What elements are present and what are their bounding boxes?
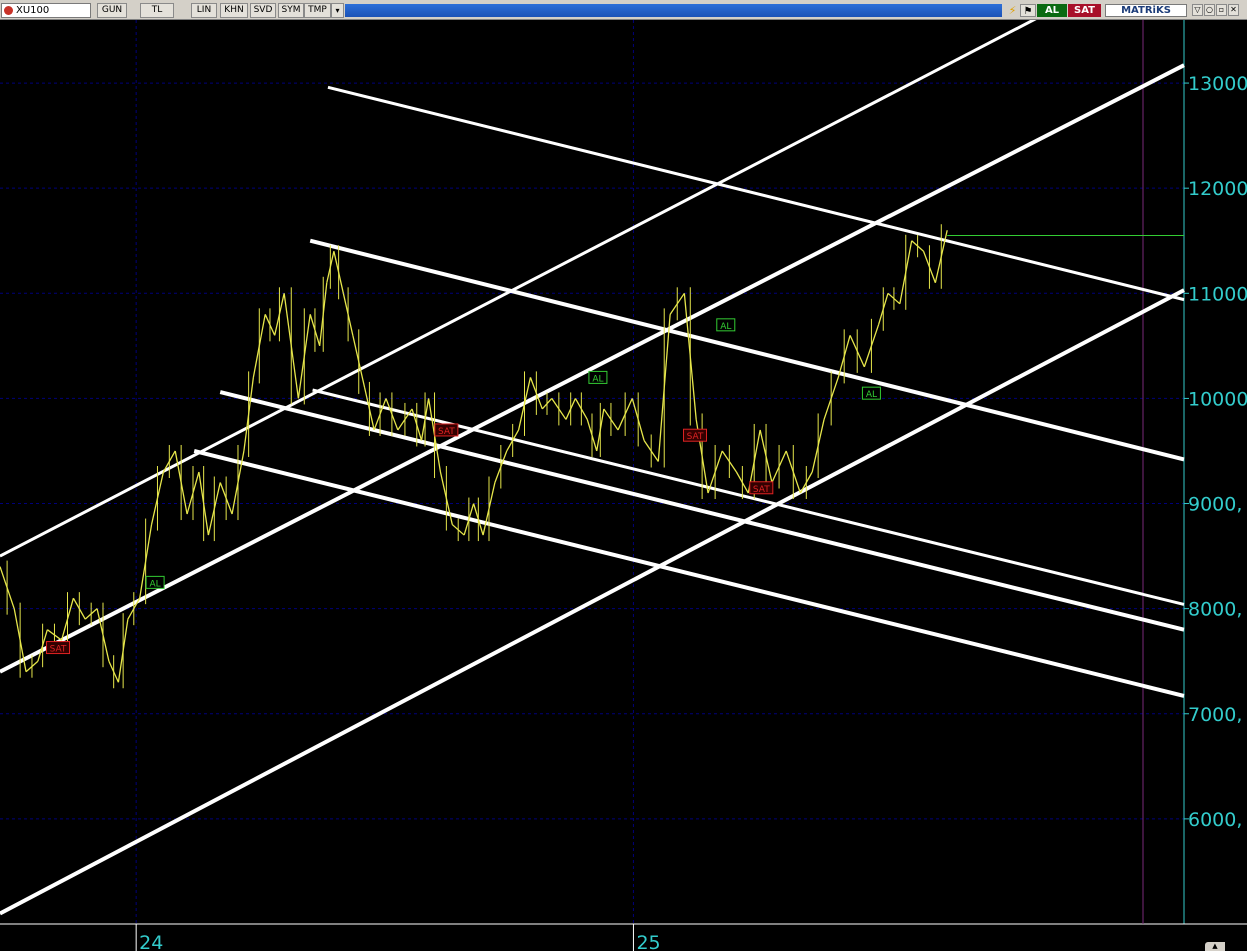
signal-label-3: AL [592,374,603,384]
signal-label-1: AL [150,579,161,589]
y-tick-label-1: 7000, [1188,704,1242,726]
signal-label-7: AL [866,390,877,400]
x-tick-label-1: 25 [636,932,660,951]
sell-button[interactable]: SAT [1068,4,1101,17]
brand-logo: MATRiKS [1105,4,1187,17]
signal-label-6: SAT [753,485,770,495]
maximize-icon[interactable]: ▫ [1216,4,1227,16]
period-button[interactable]: GUN [97,3,127,18]
buy-button[interactable]: AL [1037,4,1067,17]
y-tick-label-5: 11000 [1188,283,1247,305]
matriks-logo-icon [4,6,13,15]
symbol-label: XU100 [16,5,50,16]
chart-toolbar: XU100 GUN TL LIN KHN SVD SYM TMP ▾ ⚡ ⚑ A… [0,0,1247,20]
close-icon[interactable]: ✕ [1228,4,1239,16]
currency-button[interactable]: TL [140,3,174,18]
symbol-button[interactable]: SYM [278,3,304,18]
signal-label-2: SAT [438,427,455,437]
y-tick-label-2: 8000, [1188,599,1242,621]
template-dropdown-icon[interactable]: ▾ [331,3,344,18]
collapse-icon[interactable]: ▽ [1192,4,1203,16]
signal-label-5: AL [720,322,731,332]
scroll-corner-icon[interactable]: ▲ [1205,942,1225,951]
linear-scale-button[interactable]: LIN [191,3,217,18]
x-tick-label-0: 24 [139,932,163,951]
symbol-field[interactable]: XU100 [1,3,91,18]
flag-icon[interactable]: ⚑ [1020,4,1036,17]
title-bar [345,4,1002,17]
khn-button[interactable]: KHN [220,3,248,18]
signal-label-0: SAT [50,645,67,655]
price-chart[interactable]: 6000, 7000, 8000, 9000, 10000 11000 12000 13000… [0,20,1247,951]
svd-button[interactable]: SVD [250,3,276,18]
y-tick-label-6: 12000 [1188,178,1247,200]
y-tick-label-4: 10000 [1188,388,1247,410]
bolt-icon[interactable]: ⚡ [1006,3,1019,18]
y-tick-label-3: 9000, [1188,494,1242,516]
signal-label-4: SAT [687,432,704,442]
y-tick-label-7: 13000 [1188,73,1247,95]
y-tick-label-0: 6000, [1188,809,1242,831]
minimize-icon[interactable]: ○ [1204,4,1215,16]
template-button[interactable]: TMP [304,3,331,18]
